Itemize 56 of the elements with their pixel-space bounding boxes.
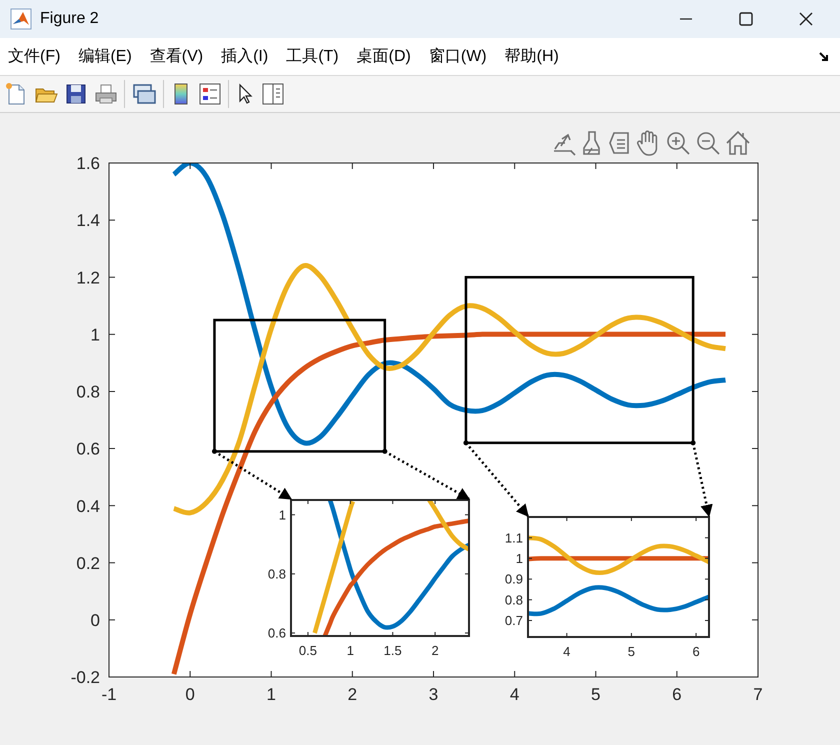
tick-label: 1 — [516, 551, 523, 566]
tick-label: 6 — [692, 644, 700, 659]
tick-label: 4 — [563, 644, 570, 659]
tick-label: 1.2 — [76, 268, 100, 288]
menu-item[interactable]: 窗口(W) — [428, 46, 487, 67]
tick-label: 1 — [90, 325, 100, 344]
tick-label: 0.5 — [298, 643, 317, 658]
tick-label: -1 — [101, 685, 117, 704]
tick-label: 1.4 — [76, 211, 100, 230]
menu-item[interactable]: 文件(F) — [8, 46, 60, 67]
tick-label: 3 — [428, 685, 438, 704]
tick-label: 0.8 — [268, 566, 286, 582]
tick-label: 0.6 — [76, 440, 100, 459]
save-icon[interactable] — [64, 82, 88, 106]
tick-label: 0.9 — [504, 572, 523, 587]
window-title: Figure 2 — [40, 10, 100, 28]
tick-label: 6 — [672, 685, 682, 704]
menu-item[interactable]: 工具(T) — [286, 46, 339, 67]
tick-label: 1 — [346, 643, 354, 658]
maximize-icon[interactable] — [738, 11, 754, 27]
tick-label: 0.2 — [76, 554, 100, 573]
tick-label: 2 — [348, 685, 358, 704]
tick-label: 0 — [185, 685, 195, 704]
app-icon — [10, 8, 32, 30]
tick-label: 5 — [628, 644, 636, 659]
tick-label: -0.2 — [70, 668, 100, 688]
home-icon[interactable] — [725, 129, 751, 157]
brush-icon[interactable] — [581, 129, 603, 157]
tick-label: 0.7 — [504, 613, 523, 628]
tick-label: 1 — [266, 685, 276, 704]
zoom-in-icon[interactable] — [665, 129, 691, 157]
tick-label: 4 — [510, 685, 520, 704]
tick-label: 0.6 — [268, 626, 286, 641]
dock-icon[interactable] — [818, 50, 830, 62]
tick-label: 0.4 — [76, 496, 100, 516]
tick-label: 0.8 — [76, 382, 100, 402]
datatip-icon[interactable] — [607, 129, 631, 157]
tick-label: 2 — [431, 643, 439, 658]
tick-label: 5 — [591, 685, 600, 704]
legend-icon[interactable] — [198, 82, 222, 106]
print-icon[interactable] — [94, 82, 118, 106]
close-icon[interactable] — [798, 11, 814, 27]
tick-label: 1 — [278, 507, 286, 522]
tick-label: 1.6 — [76, 154, 100, 174]
zoom-out-icon[interactable] — [695, 129, 721, 157]
tick-label: 1.1 — [504, 530, 523, 546]
menu-item[interactable]: 帮助(H) — [504, 46, 559, 67]
menu-item[interactable]: 编辑(E) — [78, 46, 132, 67]
tick-label: 7 — [753, 685, 763, 704]
menu-item[interactable]: 桌面(D) — [356, 46, 411, 67]
tick-label: 0 — [90, 611, 100, 630]
tick-label: 1.5 — [384, 643, 402, 658]
panel-icon[interactable] — [261, 82, 285, 106]
menu-item[interactable]: 查看(V) — [150, 46, 204, 67]
tick-label: 0.8 — [504, 592, 523, 608]
menu-item[interactable]: 插入(I) — [221, 46, 268, 67]
